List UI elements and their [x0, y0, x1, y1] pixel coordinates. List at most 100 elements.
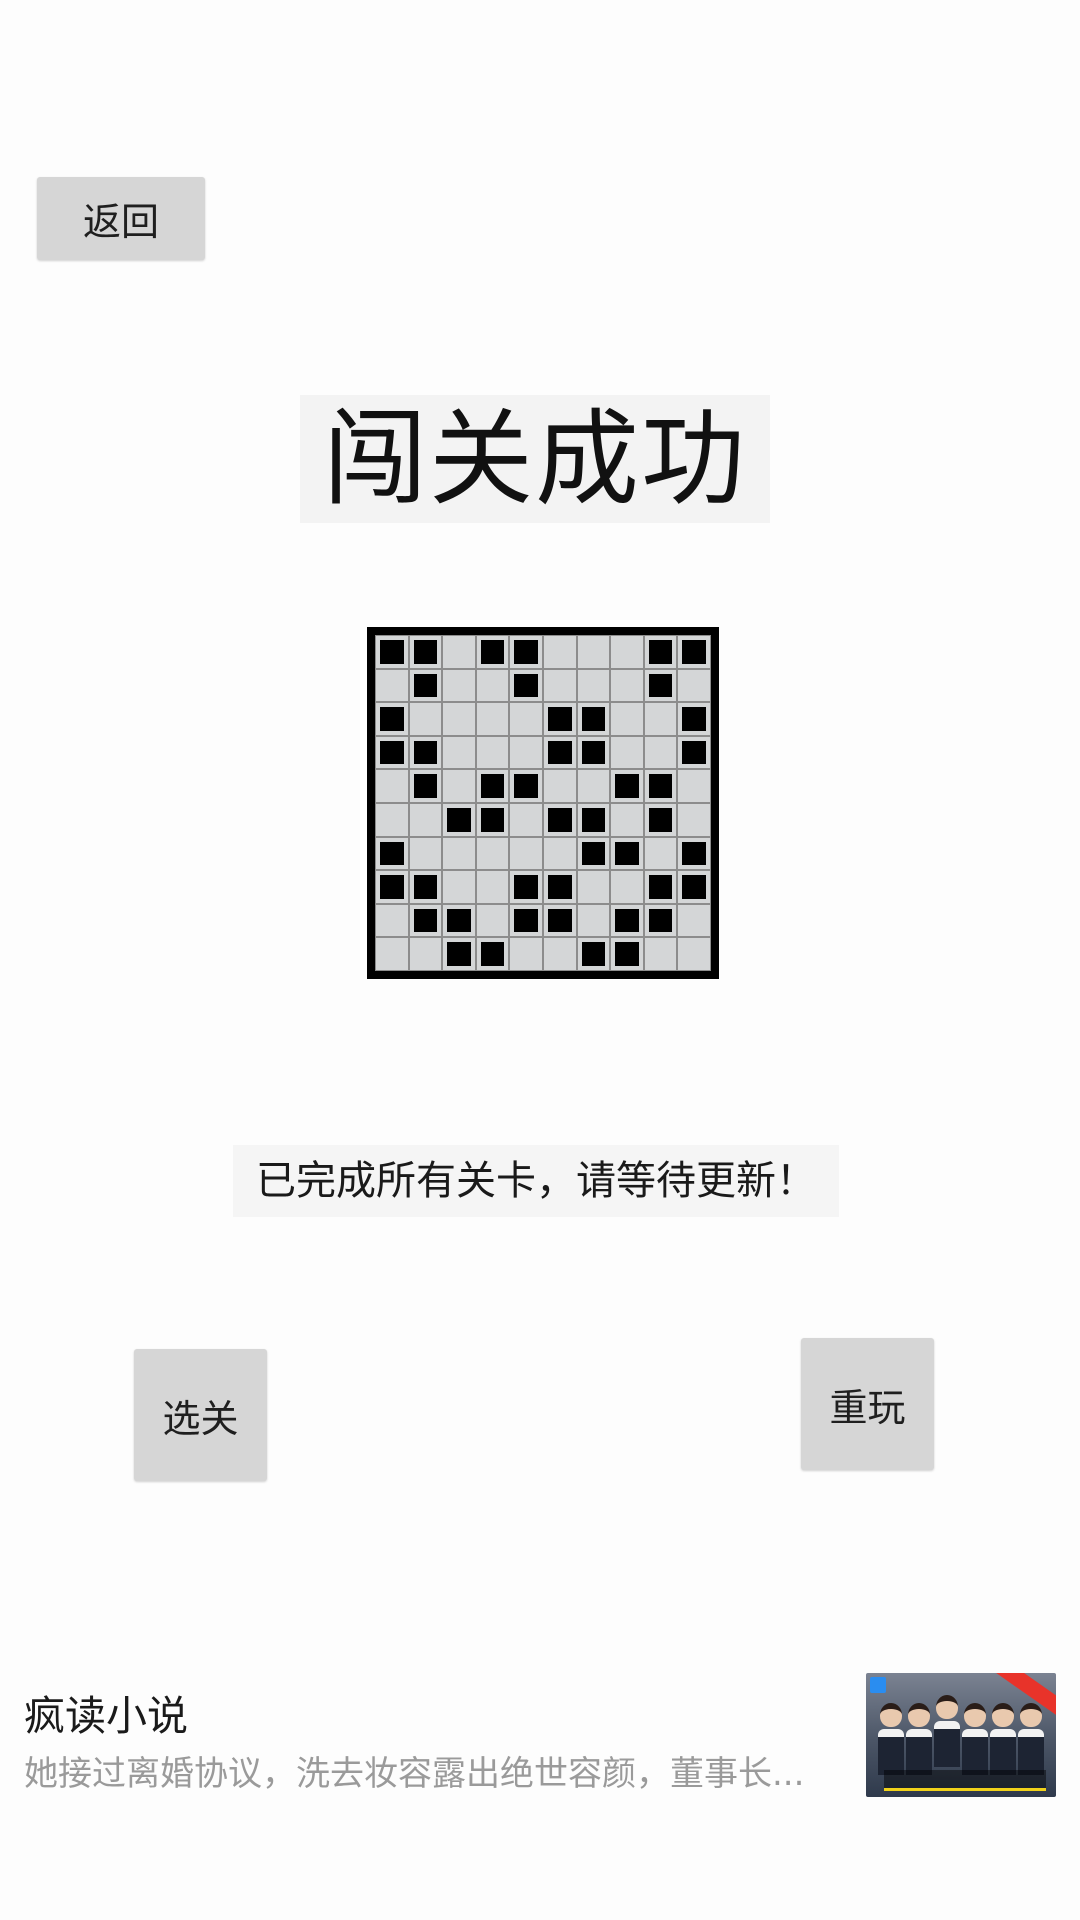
board-cell-filled [442, 802, 476, 837]
board-cell-empty [576, 668, 611, 703]
board-cell-empty [475, 870, 510, 904]
board-cell-filled [509, 635, 543, 669]
board-cell-filled [542, 735, 577, 770]
level-select-button[interactable]: 选关 [134, 1349, 267, 1481]
thumbnail-caption-bar [884, 1770, 1046, 1791]
board-cell-filled [475, 937, 510, 971]
board-cell-filled [677, 735, 711, 770]
board-cell-filled [542, 802, 577, 837]
board-cell-empty [643, 836, 678, 871]
level-complete-title: 闯关成功 [300, 395, 770, 523]
board-cell-empty [643, 702, 678, 736]
board-cell-filled [375, 735, 409, 770]
ad-person-figure [1018, 1703, 1044, 1775]
board-cell-filled [509, 870, 543, 904]
board-cell-empty [475, 702, 510, 736]
board-cell-empty [375, 903, 409, 938]
board-cell-empty [610, 802, 644, 837]
board-cell-empty [475, 668, 510, 703]
board-cell-empty [375, 769, 409, 803]
board-cell-empty [509, 702, 543, 736]
board-cell-filled [509, 668, 543, 703]
board-cell-filled [677, 702, 711, 736]
board-cell-filled [542, 903, 577, 938]
board-cell-empty [408, 702, 443, 736]
board-cell-filled [610, 903, 644, 938]
board-cell-empty [442, 702, 476, 736]
board-cell-filled [643, 870, 678, 904]
board-cell-empty [442, 870, 476, 904]
board-cell-filled [408, 668, 443, 703]
ad-person-figure [990, 1703, 1016, 1775]
board-cell-empty [408, 937, 443, 971]
board-cell-empty [542, 937, 577, 971]
board-cell-empty [375, 937, 409, 971]
board-cell-filled [408, 903, 443, 938]
board-cell-filled [375, 870, 409, 904]
board-cell-empty [475, 903, 510, 938]
board-cell-filled [408, 769, 443, 803]
board-cell-empty [610, 668, 644, 703]
board-cell-filled [576, 735, 611, 770]
board-cell-empty [576, 903, 611, 938]
completion-message: 已完成所有关卡，请等待更新！ [233, 1145, 839, 1217]
board-cell-filled [643, 903, 678, 938]
board-cell-empty [576, 769, 611, 803]
board-cell-filled [408, 735, 443, 770]
board-cell-filled [576, 836, 611, 871]
board-cell-empty [542, 635, 577, 669]
board-cell-empty [643, 735, 678, 770]
ad-title: 疯读小说 [24, 1692, 188, 1740]
board-cell-filled [475, 769, 510, 803]
board-cell-empty [542, 836, 577, 871]
puzzle-grid [375, 635, 711, 971]
board-cell-filled [475, 802, 510, 837]
board-cell-filled [408, 870, 443, 904]
board-cell-empty [408, 836, 443, 871]
board-cell-empty [509, 836, 543, 871]
ad-banner[interactable]: 疯读小说 她接过离婚协议，洗去妆容露出绝世容颜，董事长... [0, 1658, 1080, 1808]
board-cell-empty [442, 769, 476, 803]
board-cell-empty [375, 668, 409, 703]
board-cell-filled [375, 836, 409, 871]
board-cell-empty [442, 735, 476, 770]
board-cell-filled [576, 702, 611, 736]
board-cell-empty [677, 802, 711, 837]
back-button[interactable]: 返回 [37, 177, 205, 260]
board-cell-empty [542, 769, 577, 803]
board-cell-filled [610, 836, 644, 871]
board-cell-empty [408, 802, 443, 837]
replay-button[interactable]: 重玩 [801, 1338, 934, 1470]
board-cell-empty [475, 735, 510, 770]
board-cell-filled [542, 870, 577, 904]
ad-person-figure [962, 1703, 988, 1775]
board-cell-filled [643, 635, 678, 669]
board-cell-filled [643, 802, 678, 837]
board-cell-empty [442, 668, 476, 703]
board-cell-filled [610, 769, 644, 803]
ad-person-figure [878, 1703, 904, 1775]
board-cell-empty [475, 836, 510, 871]
board-cell-empty [375, 802, 409, 837]
board-cell-filled [509, 769, 543, 803]
ad-person-figure [906, 1703, 932, 1775]
board-cell-empty [509, 802, 543, 837]
board-cell-filled [475, 635, 510, 669]
board-cell-empty [677, 769, 711, 803]
board-cell-empty [509, 735, 543, 770]
board-cell-filled [677, 870, 711, 904]
board-cell-empty [610, 702, 644, 736]
board-cell-filled [442, 903, 476, 938]
board-cell-empty [677, 903, 711, 938]
board-cell-filled [576, 937, 611, 971]
board-cell-filled [576, 802, 611, 837]
board-cell-filled [375, 635, 409, 669]
board-cell-empty [643, 937, 678, 971]
board-cell-filled [677, 836, 711, 871]
ad-description: 她接过离婚协议，洗去妆容露出绝世容颜，董事长... [24, 1754, 805, 1794]
board-cell-empty [576, 870, 611, 904]
board-cell-empty [542, 668, 577, 703]
ad-thumbnail-image[interactable] [866, 1673, 1056, 1797]
ad-person-figure [934, 1695, 960, 1767]
board-cell-filled [375, 702, 409, 736]
